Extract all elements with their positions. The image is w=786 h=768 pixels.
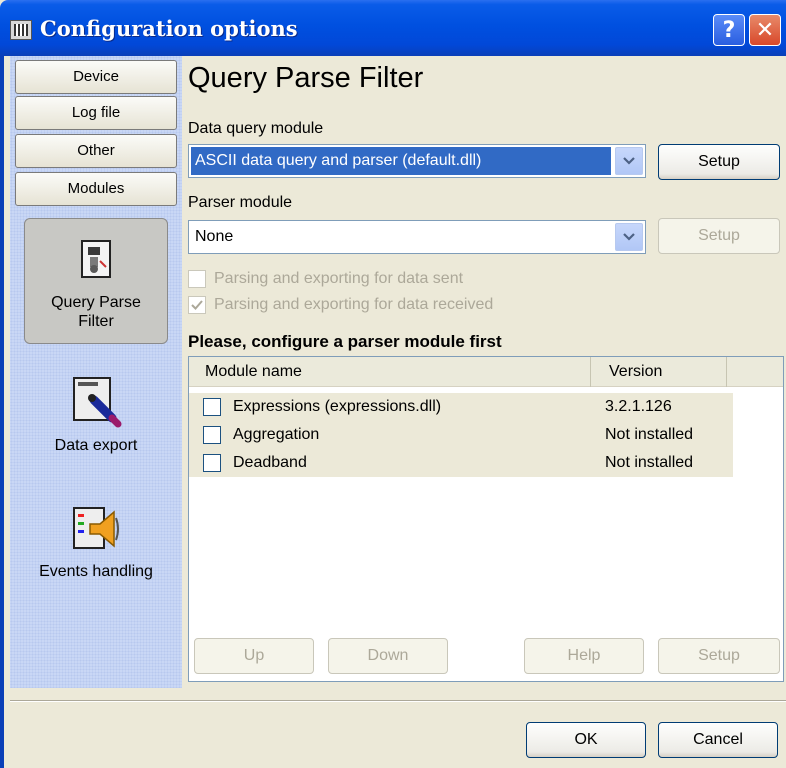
option-data-received[interactable]: Parsing and exporting for data received <box>188 296 493 314</box>
app-icon <box>10 20 32 40</box>
parser-label: Parser module <box>188 194 293 211</box>
up-button[interactable]: Up <box>194 638 314 674</box>
table-row[interactable]: Aggregation Not installed <box>189 421 733 449</box>
data-query-value: ASCII data query and parser (default.dll… <box>191 147 611 175</box>
module-label: Events handling <box>39 563 153 580</box>
module-label-line2: Filter <box>78 313 114 330</box>
cancel-button[interactable]: Cancel <box>658 722 778 758</box>
data-received-label: Parsing and exporting for data received <box>214 296 494 313</box>
parser-select[interactable]: None <box>188 220 646 254</box>
title-bar: Configuration options ? ✕ <box>0 0 786 56</box>
module-name: Aggregation <box>233 426 320 443</box>
module-label: Data export <box>54 437 138 454</box>
row-checkbox[interactable] <box>203 398 221 416</box>
window-title: Configuration options <box>40 16 298 41</box>
tab-log-file[interactable]: Log file <box>15 96 177 130</box>
data-query-label: Data query module <box>188 120 324 137</box>
chevron-down-icon[interactable] <box>615 223 643 251</box>
option-data-sent[interactable]: Parsing and exporting for data sent <box>188 270 463 288</box>
ok-button[interactable]: OK <box>526 722 646 758</box>
column-version[interactable]: Version <box>591 357 727 387</box>
module-name: Deadband <box>233 454 307 471</box>
table-header: Module name Version <box>189 357 783 387</box>
module-query-parse-filter[interactable]: Query Parse Filter <box>24 218 168 344</box>
close-button[interactable]: ✕ <box>749 14 781 46</box>
module-events-handling[interactable]: Events handling <box>24 504 168 594</box>
data-query-select[interactable]: ASCII data query and parser (default.dll… <box>188 144 646 178</box>
column-module-name[interactable]: Module name <box>189 357 591 387</box>
module-help-button[interactable]: Help <box>524 638 644 674</box>
left-panel: Device Log file Other Modules Query Pars… <box>10 56 182 688</box>
module-table[interactable]: Module name Version Expressions (express… <box>188 356 784 682</box>
speaker-icon <box>73 507 119 549</box>
chevron-down-icon[interactable] <box>615 147 643 175</box>
table-row[interactable]: Expressions (expressions.dll) 3.2.1.126 <box>189 393 733 421</box>
data-export-icon <box>73 377 122 428</box>
module-name: Expressions (expressions.dll) <box>233 398 442 415</box>
parser-setup-button[interactable]: Setup <box>658 218 780 254</box>
window-border <box>0 56 4 768</box>
module-version: Not installed <box>605 454 694 471</box>
module-data-export[interactable]: Data export <box>24 374 168 464</box>
down-button[interactable]: Down <box>328 638 448 674</box>
data-sent-checkbox[interactable] <box>188 270 206 288</box>
table-row[interactable]: Deadband Not installed <box>189 449 733 477</box>
module-version: 3.2.1.126 <box>605 398 672 415</box>
module-setup-button[interactable]: Setup <box>658 638 780 674</box>
help-icon: ? <box>722 17 736 43</box>
filter-module-icon <box>81 240 111 278</box>
tab-modules[interactable]: Modules <box>15 172 177 206</box>
footer-separator <box>10 700 786 702</box>
data-received-checkbox[interactable] <box>188 296 206 314</box>
parser-value: None <box>195 228 234 245</box>
configure-notice: Please, configure a parser module first <box>188 332 502 351</box>
tab-other[interactable]: Other <box>15 134 177 168</box>
data-query-setup-button[interactable]: Setup <box>658 144 780 180</box>
page-title: Query Parse Filter <box>188 62 424 94</box>
module-version: Not installed <box>605 426 694 443</box>
row-checkbox[interactable] <box>203 454 221 472</box>
data-sent-label: Parsing and exporting for data sent <box>214 270 464 287</box>
help-button[interactable]: ? <box>713 14 745 46</box>
row-checkbox[interactable] <box>203 426 221 444</box>
close-icon: ✕ <box>755 17 775 43</box>
main-content: Query Parse Filter Data query module ASC… <box>188 56 786 696</box>
checkmark-icon <box>191 300 203 310</box>
module-label: Query Parse <box>51 294 141 311</box>
tab-device[interactable]: Device <box>15 60 177 94</box>
